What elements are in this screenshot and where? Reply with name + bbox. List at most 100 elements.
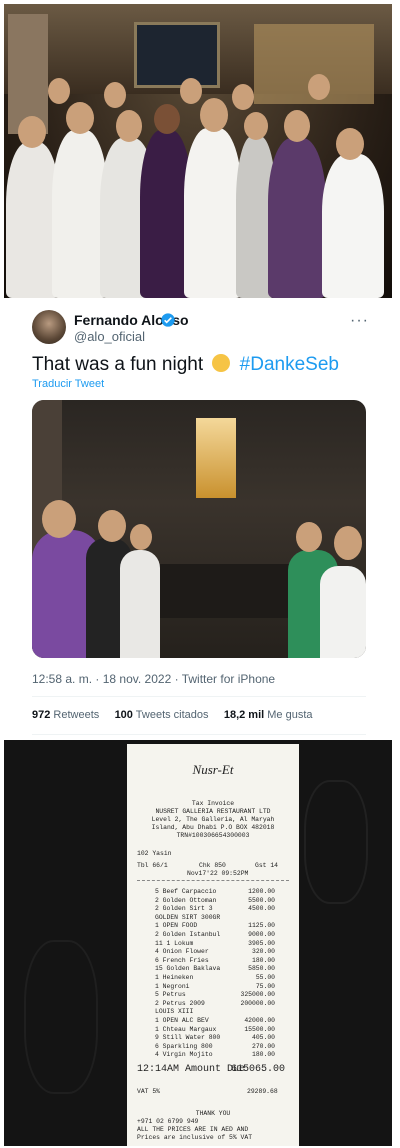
receipt-item-desc: 6 Sparkling 800 [155, 1042, 213, 1050]
verified-badge-icon [161, 313, 175, 327]
receipt-gst: Gst 14 [255, 862, 279, 869]
receipt-item-price: 180.00 [251, 956, 275, 964]
receipt-item-row: GOLDEN SIRT 300GR [155, 914, 275, 922]
receipt-item-desc: 1 OPEN FOOD [155, 922, 198, 930]
tweet-card: Fernando Alonso @alo_oficial ··· That wa… [0, 298, 400, 738]
receipt-item-desc: 4 Onion Flower [155, 948, 209, 956]
receipt-rule [137, 880, 289, 881]
receipt-item-row: 1 Chteau Margaux 15500.00 [155, 1026, 275, 1034]
receipt-item-desc: 1 Heineken [155, 974, 194, 981]
person-head [18, 116, 46, 148]
more-options-button[interactable]: ··· [350, 312, 369, 330]
tweet-source[interactable]: Twitter for iPhone [182, 672, 275, 686]
person-head [232, 84, 254, 110]
receipt-item-price: 4500.00 [248, 905, 275, 913]
receipt-item-row: 11 1 Lokum 3905.00 [155, 940, 275, 948]
receipt-header-line: NUSRET GALLERIA RESTAURANT LTD [155, 808, 271, 815]
translate-tweet-link[interactable]: Traducir Tweet [32, 378, 104, 390]
tweet-photo[interactable] [32, 400, 366, 658]
person-figure [322, 154, 384, 298]
receipt-item-desc: GOLDEN SIRT 300GR [155, 913, 221, 921]
quotes-count: 100 [114, 709, 133, 721]
likes-stat[interactable]: 18,2 mil Me gusta [224, 709, 313, 721]
retweets-count: 972 [32, 709, 51, 721]
receipt-item-desc: 5 Beef Carpaccio [155, 888, 217, 895]
likes-count: 18,2 mil [223, 709, 265, 721]
receipt-item-price: 1200.00 [248, 888, 275, 895]
person-head [200, 98, 228, 132]
likes-label: Me gusta [267, 709, 313, 721]
person-figure [120, 550, 160, 658]
receipt-item-desc: 2 Golden Sirt 3 [155, 905, 213, 913]
person-head [130, 524, 152, 550]
retweets-stat[interactable]: 972 Retweets [32, 709, 99, 721]
receipt-item-row: 5 Petrus 325000.00 [155, 991, 275, 999]
receipt-item-price: 75.00 [255, 982, 275, 990]
receipt-footer: Prices are inclusive of 5% VAT [137, 1134, 253, 1141]
person-head [66, 102, 94, 134]
receipt-item-price: 180.00 [251, 1051, 275, 1059]
receipt-item-row: 1 Negroni 75.00 [155, 983, 275, 991]
receipt-item-price: 270.00 [251, 1042, 275, 1050]
meta-separator: · [95, 672, 103, 686]
receipt-item-desc: 1 OPEN ALC BEV [155, 1017, 209, 1024]
tweet-date[interactable]: 18 nov. 2022 [103, 672, 172, 686]
person-head [42, 500, 76, 538]
receipt-item-desc: 2 Golden Istanbul [155, 931, 221, 938]
receipt-item-price: 200000.00 [240, 999, 275, 1007]
quotes-label: Tweets citados [135, 709, 209, 721]
receipt-item-price: 55.00 [255, 974, 275, 981]
person-head [180, 78, 202, 104]
napkin-fold [24, 940, 98, 1094]
receipt-item-row: 15 Golden Baklava 5850.00 [155, 965, 275, 973]
quotes-stat[interactable]: 100 Tweets citados [115, 709, 209, 721]
person-head [154, 104, 180, 134]
receipt-item-price: 1125.00 [248, 922, 275, 930]
receipt-date: Nov17'22 09:52PM [187, 870, 249, 877]
receipt-item-price: 5500.00 [248, 896, 275, 904]
receipt-item-desc: 1 Chteau Margaux [155, 1025, 217, 1033]
receipt-item-desc: 4 Virgin Mojito [155, 1051, 213, 1059]
meta-separator: · [174, 672, 182, 686]
person-head [284, 110, 310, 142]
tweet-time[interactable]: 12:58 a. m. [32, 672, 92, 686]
tweet-body: That was a fun night [32, 354, 204, 375]
receipt-item-row: 2 Golden Istanbul 9000.00 [155, 931, 275, 939]
tweet-stats: 972 Retweets 100 Tweets citados 18,2 mil… [32, 709, 313, 721]
person-figure [320, 566, 366, 658]
receipt-item-row: 1 Heineken 55.00 [155, 974, 275, 982]
person-head [244, 112, 268, 140]
lamp-shade [196, 418, 236, 498]
group-photo[interactable] [4, 4, 392, 298]
receipt-item-row: LOUIS XIII [155, 1008, 275, 1016]
person-head [336, 128, 364, 160]
receipt-item-row: 1 OPEN FOOD 1125.00 [155, 922, 275, 930]
receipt-item-price: 325000.00 [240, 991, 275, 999]
receipt-header-line: Tax Invoice [191, 800, 235, 807]
receipt-table: 102 Yasin [137, 850, 172, 857]
receipt-item-row: 4 Onion Flower 320.00 [155, 948, 275, 956]
author-avatar[interactable] [32, 310, 66, 344]
receipt-item-row: 2 Golden Ottoman 5500.00 [155, 897, 275, 905]
napkin-fold [304, 780, 368, 904]
receipt-item-desc: 5 Petrus [155, 991, 186, 999]
receipt-phone: +971 02 6799 949 [137, 1118, 199, 1125]
hashtag-link[interactable]: #DankeSeb [240, 354, 339, 375]
receipt-item-row: 6 Sparkling 800 270.00 [155, 1043, 275, 1051]
divider [32, 734, 366, 735]
retweets-label: Retweets [53, 709, 100, 721]
receipt-photo[interactable]: Nusr-Et Tax Invoice NUSRET GALLERIA REST… [4, 740, 392, 1146]
receipt-item-desc: 15 Golden Baklava [155, 965, 221, 973]
receipt-item-row: 2 Petrus 2009 200000.00 [155, 1000, 275, 1008]
author-handle[interactable]: @alo_oficial [74, 329, 145, 344]
receipt-item-row: 2 Golden Sirt 3 4500.00 [155, 905, 275, 913]
receipt-item-price: 320.00 [251, 948, 275, 956]
receipt-item-price: 9000.00 [248, 931, 275, 938]
person-head [296, 522, 322, 552]
person-figure [268, 138, 326, 298]
receipt-vat-value: 29289.68 [247, 1088, 278, 1095]
receipt-item-row: 4 Virgin Mojito 180.00 [155, 1051, 275, 1059]
person-head [334, 526, 362, 560]
person-head [116, 110, 142, 142]
receipt-header-line: Level 2, The Galleria, Al Maryah [151, 816, 275, 823]
